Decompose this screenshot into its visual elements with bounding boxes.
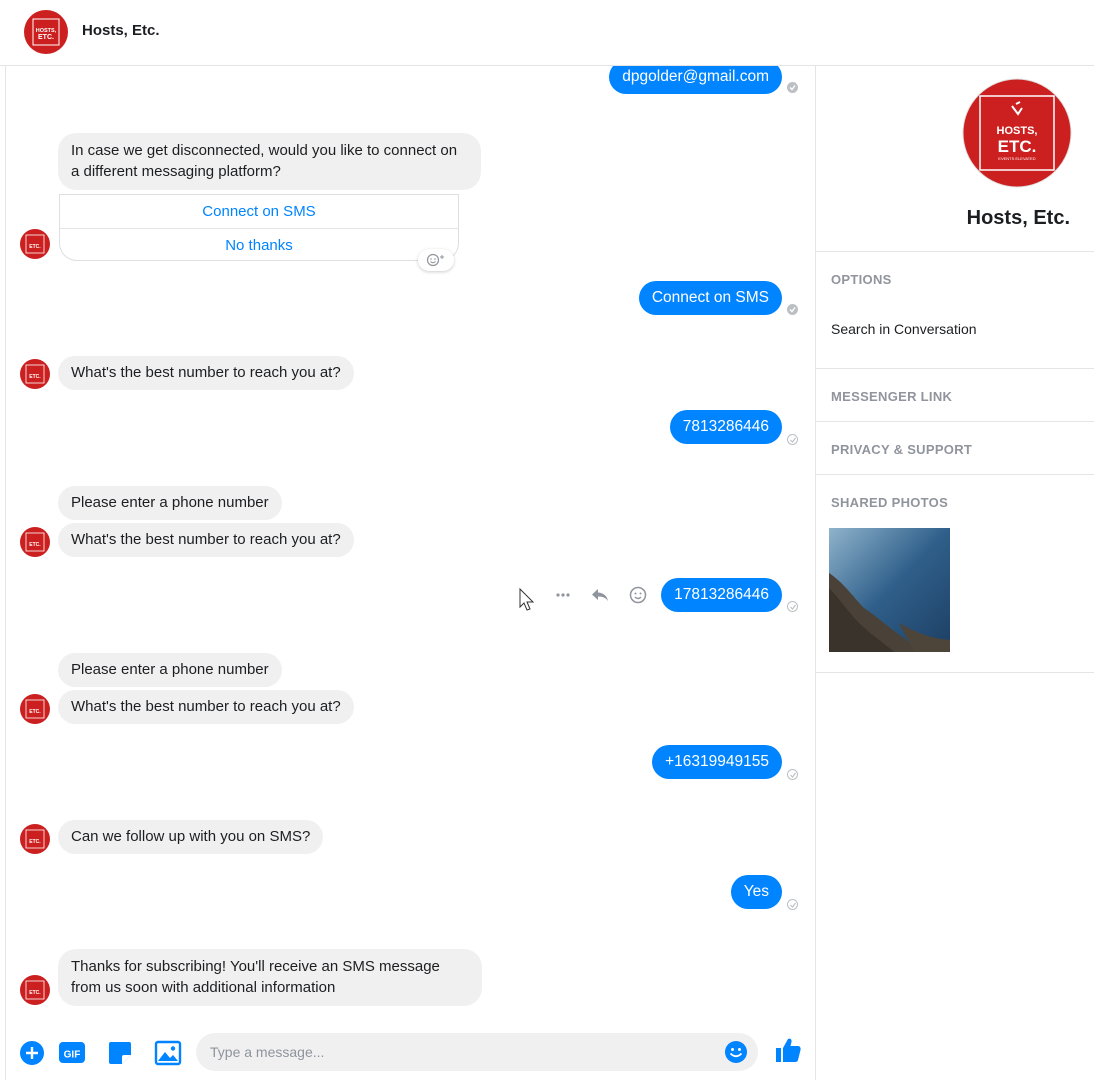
- sticker-icon[interactable]: [106, 1039, 134, 1067]
- seen-status-icon: [787, 304, 798, 315]
- incoming-message[interactable]: Please enter a phone number: [58, 486, 282, 520]
- avatar-logo-text: ETC.: [29, 542, 41, 548]
- add-reaction-button[interactable]: [418, 249, 454, 271]
- shared-photo-thumbnail[interactable]: [829, 528, 950, 652]
- bot-avatar[interactable]: ETC.: [20, 229, 50, 259]
- incoming-message[interactable]: What's the best number to reach you at?: [58, 690, 354, 724]
- reply-icon[interactable]: [588, 583, 612, 607]
- message-list[interactable]: dpgolder@gmail.com In case we get discon…: [6, 66, 815, 1080]
- page-avatar[interactable]: HOSTS, ETC.: [24, 10, 68, 54]
- avatar-logo-text: ETC.: [29, 374, 41, 380]
- message-input[interactable]: Type a message...: [196, 1033, 758, 1071]
- logo-text: ETC.: [998, 137, 1037, 156]
- outgoing-message[interactable]: 7813286446: [669, 410, 782, 444]
- divider: [816, 421, 1094, 422]
- messenger-link-heading[interactable]: MESSENGER LINK: [831, 389, 952, 404]
- divider: [816, 672, 1094, 673]
- page-name: Hosts, Etc.: [966, 207, 1070, 229]
- message-composer: GIF Type a message...: [6, 1025, 815, 1080]
- message-input-placeholder: Type a message...: [210, 1044, 325, 1060]
- search-in-conversation[interactable]: Search in Conversation: [831, 321, 977, 337]
- avatar-logo-text: ETC.: [38, 34, 54, 41]
- conversation-header: HOSTS, ETC. Hosts, Etc.: [0, 0, 1094, 66]
- options-heading[interactable]: OPTIONS: [831, 272, 892, 287]
- divider: [816, 368, 1094, 369]
- react-icon[interactable]: [626, 583, 650, 607]
- conversation-title: Hosts, Etc.: [82, 22, 160, 39]
- avatar-logo-text: ETC.: [29, 709, 41, 715]
- seen-status-icon: [787, 82, 798, 93]
- gif-icon[interactable]: GIF: [58, 1039, 86, 1067]
- divider: [816, 474, 1094, 475]
- photo-icon[interactable]: [154, 1039, 182, 1067]
- incoming-message[interactable]: Please enter a phone number: [58, 653, 282, 687]
- conversation-info-panel: HOSTS, ETC. EVENTS ELEVATED Hosts, Etc. …: [816, 66, 1094, 1080]
- more-options-icon[interactable]: [551, 583, 575, 607]
- outgoing-message[interactable]: dpgolder@gmail.com: [609, 66, 782, 94]
- quick-replies: Connect on SMS No thanks: [59, 194, 459, 261]
- logo-text: HOSTS,: [997, 125, 1038, 137]
- shared-photos-heading[interactable]: SHARED PHOTOS: [831, 495, 948, 510]
- avatar-logo-text: ETC.: [29, 990, 41, 996]
- logo-tagline: EVENTS ELEVATED: [998, 156, 1036, 161]
- bot-avatar[interactable]: ETC.: [20, 527, 50, 557]
- incoming-message[interactable]: In case we get disconnected, would you l…: [58, 133, 481, 190]
- outgoing-message[interactable]: Connect on SMS: [638, 281, 782, 315]
- bot-avatar[interactable]: ETC.: [20, 824, 50, 854]
- outgoing-message[interactable]: Yes: [730, 875, 782, 909]
- delivered-status-icon: [787, 601, 798, 612]
- incoming-message[interactable]: Thanks for subscribing! You'll receive a…: [58, 949, 482, 1006]
- bot-avatar[interactable]: ETC.: [20, 694, 50, 724]
- delivered-status-icon: [787, 434, 798, 445]
- incoming-message[interactable]: What's the best number to reach you at?: [58, 356, 354, 390]
- incoming-message[interactable]: Can we follow up with you on SMS?: [58, 820, 324, 854]
- emoji-icon[interactable]: [724, 1040, 748, 1064]
- outgoing-message[interactable]: +16319949155: [652, 745, 782, 779]
- incoming-message[interactable]: What's the best number to reach you at?: [58, 523, 354, 557]
- privacy-support-heading[interactable]: PRIVACY & SUPPORT: [831, 442, 972, 457]
- page-profile-picture[interactable]: HOSTS, ETC. EVENTS ELEVATED: [962, 78, 1072, 188]
- divider: [816, 251, 1094, 252]
- avatar-logo-text: ETC.: [29, 244, 41, 250]
- delivered-status-icon: [787, 899, 798, 910]
- thumbs-up-icon[interactable]: [773, 1035, 803, 1065]
- more-actions-plus-icon[interactable]: [18, 1039, 46, 1067]
- quick-reply-no-thanks[interactable]: No thanks: [60, 229, 458, 262]
- smiley-plus-icon: [426, 253, 444, 267]
- bot-avatar[interactable]: ETC.: [20, 975, 50, 1005]
- avatar-logo-text: ETC.: [29, 839, 41, 845]
- outgoing-message[interactable]: 17813286446: [661, 578, 782, 612]
- mouse-cursor-icon: [519, 588, 535, 611]
- gif-label: GIF: [64, 1050, 81, 1061]
- delivered-status-icon: [787, 769, 798, 780]
- bot-avatar[interactable]: ETC.: [20, 359, 50, 389]
- quick-reply-connect-sms[interactable]: Connect on SMS: [60, 195, 458, 228]
